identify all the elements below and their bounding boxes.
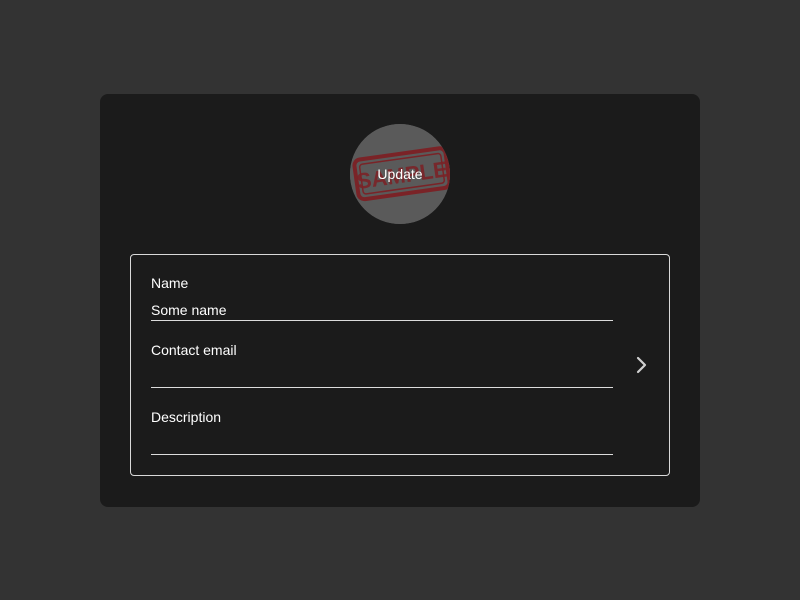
name-label: Name (151, 275, 189, 291)
profile-form: Name Contact email Description (130, 254, 670, 476)
name-input[interactable] (151, 301, 613, 321)
avatar-update-button[interactable]: SAMPLE Update (350, 124, 450, 224)
contact-email-label: Contact email (151, 342, 237, 358)
update-label: Update (377, 166, 423, 182)
chevron-right-icon[interactable] (631, 355, 651, 375)
profile-card: SAMPLE Update Name Contact email Descrip… (100, 94, 700, 507)
description-input[interactable] (151, 435, 613, 455)
description-label: Description (151, 409, 222, 425)
contact-email-input[interactable] (151, 368, 613, 388)
name-field-group: Name (151, 274, 613, 321)
description-field-group: Description (151, 408, 613, 455)
contact-email-field-group: Contact email (151, 341, 613, 388)
